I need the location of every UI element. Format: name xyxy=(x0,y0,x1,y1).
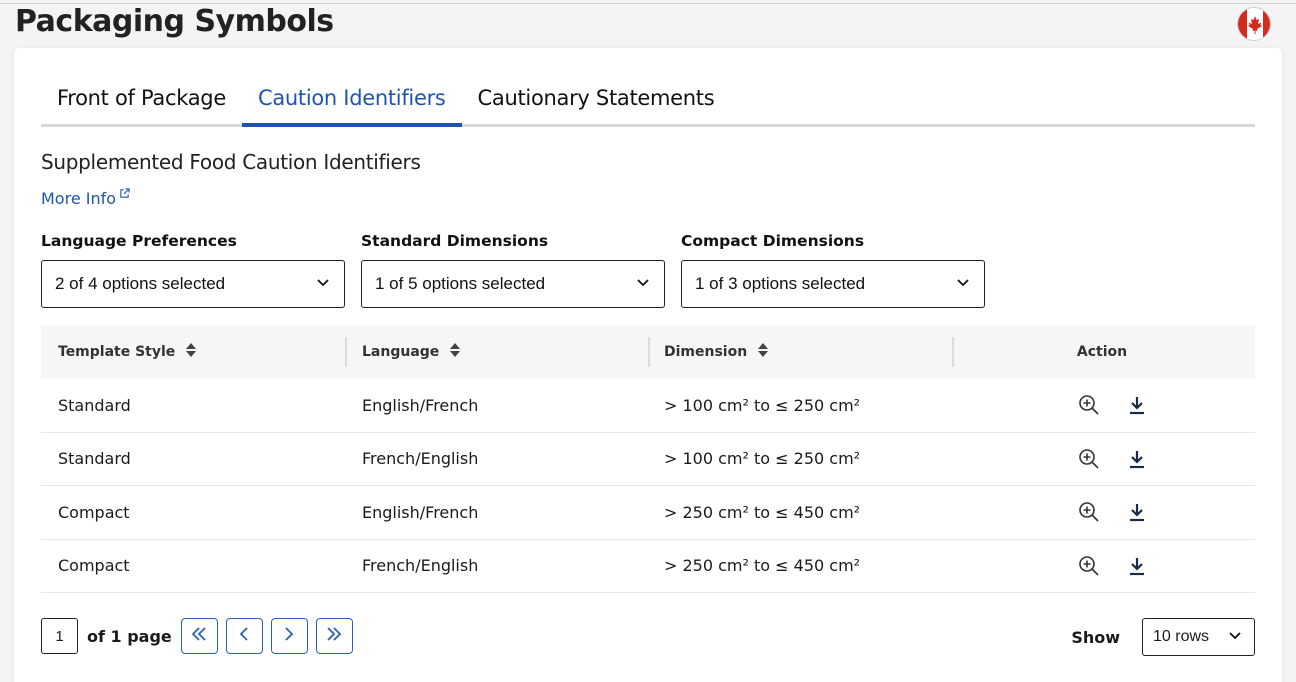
chevron-down-icon xyxy=(956,274,970,294)
table-header: Template Style Language Dimension Action xyxy=(41,325,1255,379)
download-icon[interactable] xyxy=(1125,500,1149,524)
page-title: Packaging Symbols xyxy=(15,4,334,39)
tab-bar: Front of Package Caution Identifiers Cau… xyxy=(41,80,1255,127)
cell-template-style: Standard xyxy=(58,449,131,469)
header-template-style-label: Template Style xyxy=(58,344,176,360)
section-title: Supplemented Food Caution Identifiers xyxy=(41,150,421,174)
cell-dimension: > 250 cm² to ≤ 450 cm² xyxy=(664,556,861,576)
zoom-in-icon[interactable] xyxy=(1077,554,1101,578)
header-dimension-label: Dimension xyxy=(664,344,748,360)
standard-dimensions-select[interactable]: 1 of 5 options selected xyxy=(361,260,665,308)
download-icon[interactable] xyxy=(1125,447,1149,471)
chevron-left-icon xyxy=(235,625,253,648)
cell-language: French/English xyxy=(362,449,479,469)
last-page-button[interactable] xyxy=(315,618,353,654)
header-language-label: Language xyxy=(362,344,440,360)
column-divider xyxy=(648,337,650,367)
cell-dimension: > 100 cm² to ≤ 250 cm² xyxy=(664,449,861,469)
cell-dimension: > 250 cm² to ≤ 450 cm² xyxy=(664,502,861,522)
tab-front-of-package[interactable]: Front of Package xyxy=(41,80,242,127)
sort-icon xyxy=(449,342,461,362)
table-row: Compact English/French > 250 cm² to ≤ 45… xyxy=(41,486,1255,540)
page-number-input[interactable]: 1 xyxy=(41,618,78,654)
cell-dimension: > 100 cm² to ≤ 250 cm² xyxy=(664,395,861,415)
pagination: 1 of 1 page xyxy=(41,618,361,654)
language-preferences-label: Language Preferences xyxy=(41,232,237,250)
double-chevron-right-icon xyxy=(325,625,343,648)
cell-template-style: Compact xyxy=(58,502,130,522)
table-row: Standard English/French > 100 cm² to ≤ 2… xyxy=(41,379,1255,433)
download-icon[interactable] xyxy=(1125,554,1149,578)
chevron-down-icon xyxy=(636,274,650,294)
previous-page-button[interactable] xyxy=(225,618,263,654)
tab-cautionary-statements[interactable]: Cautionary Statements xyxy=(462,80,731,127)
column-divider xyxy=(345,337,347,367)
more-info-link[interactable]: More Info xyxy=(41,184,130,208)
cell-template-style: Compact xyxy=(58,556,130,576)
more-info-label: More Info xyxy=(41,189,117,208)
table-row: Standard French/English > 100 cm² to ≤ 2… xyxy=(41,433,1255,486)
compact-dimensions-value: 1 of 3 options selected xyxy=(695,274,866,293)
header-action: Action xyxy=(951,325,1255,379)
cell-action xyxy=(951,447,1255,471)
cell-action xyxy=(951,393,1255,417)
sort-icon xyxy=(185,342,197,362)
cell-action xyxy=(951,500,1255,524)
show-label: Show xyxy=(1071,627,1120,647)
header-dimension[interactable]: Dimension xyxy=(648,325,951,379)
rows-per-page: Show 10 rows xyxy=(1071,618,1255,656)
results-table: Template Style Language Dimension Action… xyxy=(41,325,1255,593)
rows-per-page-select[interactable]: 10 rows xyxy=(1142,618,1255,656)
language-preferences-value: 2 of 4 options selected xyxy=(55,274,226,293)
header-language[interactable]: Language xyxy=(345,325,648,379)
compact-dimensions-label: Compact Dimensions xyxy=(681,232,865,250)
rows-per-page-value: 10 rows xyxy=(1153,628,1210,645)
double-chevron-left-icon xyxy=(190,625,208,648)
compact-dimensions-select[interactable]: 1 of 3 options selected xyxy=(681,260,985,308)
standard-dimensions-filter: Standard Dimensions 1 of 5 options selec… xyxy=(361,232,665,308)
chevron-down-icon xyxy=(1228,628,1242,647)
cell-language: English/French xyxy=(362,502,479,522)
cell-language: French/English xyxy=(362,556,479,576)
cell-template-style: Standard xyxy=(58,395,131,415)
column-divider xyxy=(952,337,954,367)
chevron-down-icon xyxy=(316,274,330,294)
next-page-button[interactable] xyxy=(270,618,308,654)
sort-icon xyxy=(757,342,769,362)
download-icon[interactable] xyxy=(1125,393,1149,417)
first-page-button[interactable] xyxy=(180,618,218,654)
table-row: Compact French/English > 250 cm² to ≤ 45… xyxy=(41,540,1255,593)
cell-action xyxy=(951,554,1255,578)
standard-dimensions-label: Standard Dimensions xyxy=(361,232,549,250)
compact-dimensions-filter: Compact Dimensions 1 of 3 options select… xyxy=(681,232,985,308)
language-preferences-filter: Language Preferences 2 of 4 options sele… xyxy=(41,232,345,308)
header-action-label: Action xyxy=(1076,344,1128,360)
zoom-in-icon[interactable] xyxy=(1077,500,1101,524)
chevron-right-icon xyxy=(280,625,298,648)
header-template-style[interactable]: Template Style xyxy=(41,325,345,379)
cell-language: English/French xyxy=(362,395,479,415)
standard-dimensions-value: 1 of 5 options selected xyxy=(375,274,546,293)
zoom-in-icon[interactable] xyxy=(1077,393,1101,417)
tab-caution-identifiers[interactable]: Caution Identifiers xyxy=(241,80,462,127)
zoom-in-icon[interactable] xyxy=(1077,447,1101,471)
language-preferences-select[interactable]: 2 of 4 options selected xyxy=(41,260,345,308)
external-link-icon xyxy=(119,184,130,203)
canada-flag-icon[interactable] xyxy=(1237,7,1271,41)
page-count-label: of 1 page xyxy=(87,626,172,646)
content-card: Front of Package Caution Identifiers Cau… xyxy=(14,48,1282,682)
